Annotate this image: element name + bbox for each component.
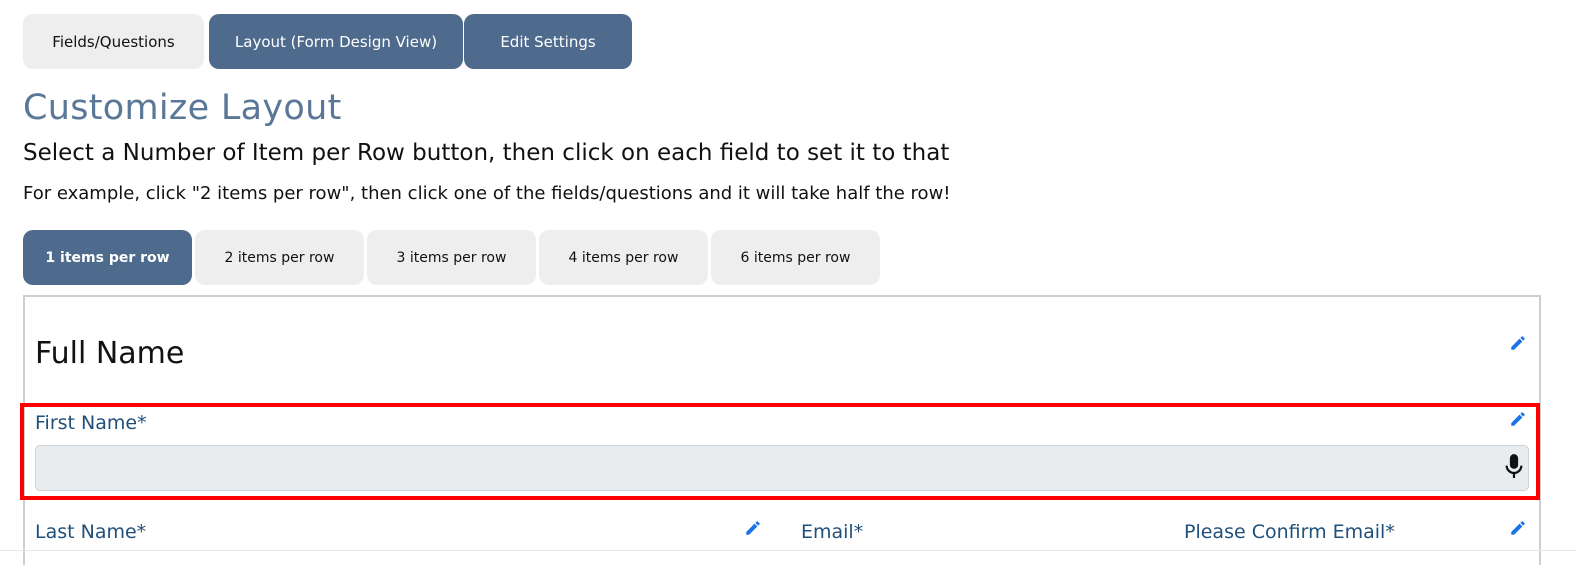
section-heading-full-name: Full Name xyxy=(35,336,185,371)
last-name-label: Last Name* xyxy=(35,521,147,543)
first-name-label: First Name* xyxy=(35,412,147,434)
page-title: Customize Layout xyxy=(23,88,342,128)
pencil-icon[interactable] xyxy=(1509,410,1527,428)
tab-edit-settings[interactable]: Edit Settings xyxy=(464,14,632,69)
instruction-text: Select a Number of Item per Row button, … xyxy=(23,140,950,166)
confirm-email-label: Please Confirm Email* xyxy=(1184,521,1395,543)
items-per-row-selector: 1 items per row 2 items per row 3 items … xyxy=(23,230,883,285)
tab-layout-form-design[interactable]: Layout (Form Design View) xyxy=(209,14,463,69)
items-per-row-4-button[interactable]: 4 items per row xyxy=(539,230,708,285)
first-name-input[interactable] xyxy=(35,445,1529,491)
top-tab-bar: Fields/Questions Layout (Form Design Vie… xyxy=(23,14,632,69)
email-label: Email* xyxy=(801,521,864,543)
pencil-icon[interactable] xyxy=(1509,519,1527,537)
items-per-row-2-button[interactable]: 2 items per row xyxy=(195,230,364,285)
pencil-icon[interactable] xyxy=(744,519,762,537)
items-per-row-1-button[interactable]: 1 items per row xyxy=(23,230,192,285)
items-per-row-3-button[interactable]: 3 items per row xyxy=(367,230,536,285)
pencil-icon[interactable] xyxy=(1509,334,1527,352)
viewport-bottom-divider xyxy=(0,550,1577,551)
microphone-icon[interactable] xyxy=(1503,453,1525,481)
tab-fields-questions[interactable]: Fields/Questions xyxy=(23,14,204,69)
example-text: For example, click "2 items per row", th… xyxy=(23,183,951,204)
items-per-row-6-button[interactable]: 6 items per row xyxy=(711,230,880,285)
